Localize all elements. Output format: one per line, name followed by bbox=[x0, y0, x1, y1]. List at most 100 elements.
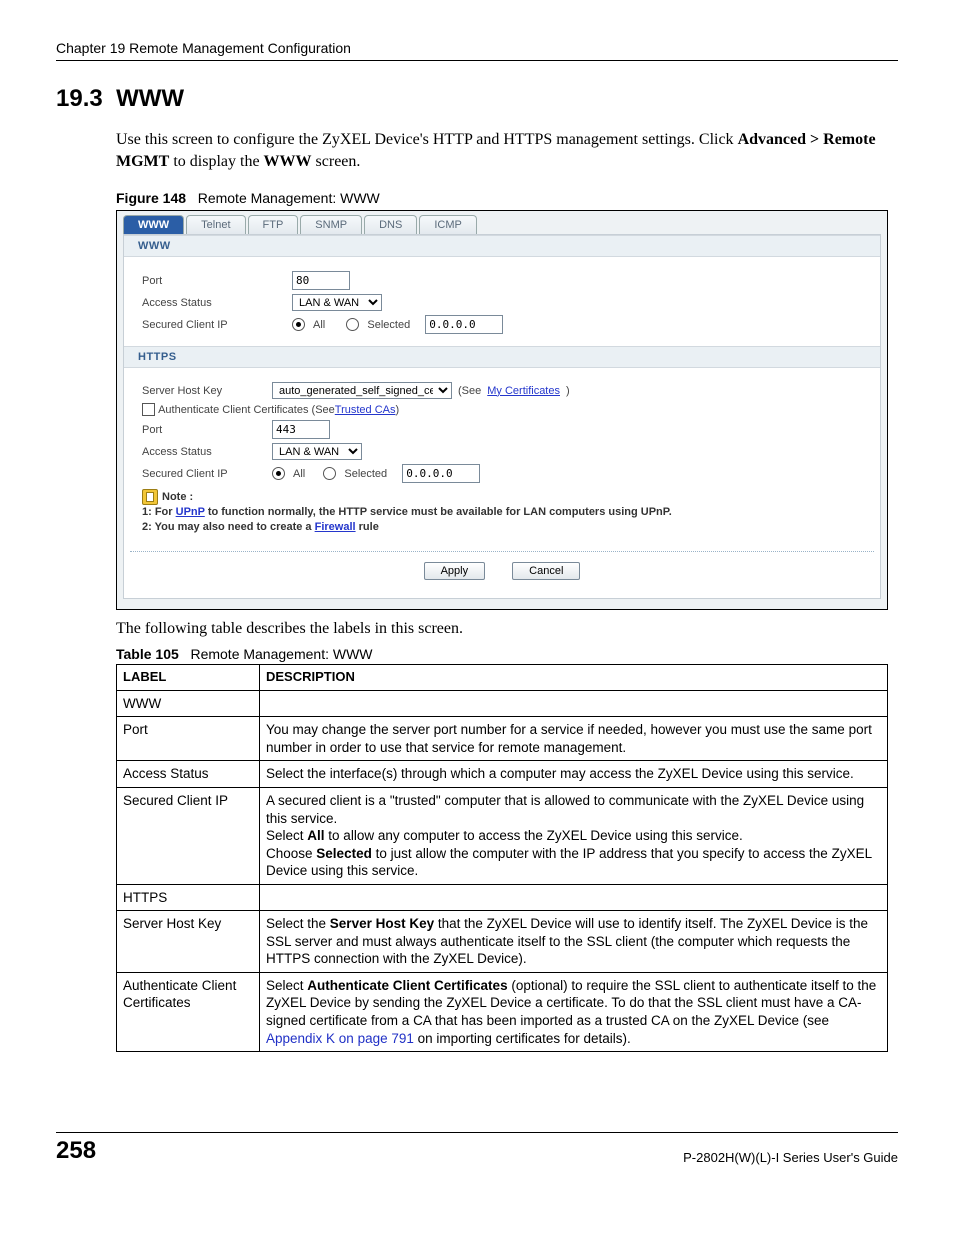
my-certificates-link[interactable]: My Certificates bbox=[487, 385, 560, 397]
cell-desc: Select the Server Host Key that the ZyXE… bbox=[260, 911, 888, 973]
www-port-input[interactable] bbox=[292, 271, 350, 290]
https-port-input[interactable] bbox=[272, 420, 330, 439]
https-radio-all[interactable] bbox=[272, 467, 285, 480]
button-row: Apply Cancel bbox=[130, 551, 874, 592]
tab-icmp[interactable]: ICMP bbox=[419, 215, 477, 234]
table-row: Access Status Select the interface(s) th… bbox=[117, 761, 888, 788]
cell-label: WWW bbox=[117, 690, 260, 717]
note-title: Note : bbox=[162, 491, 193, 503]
secured-p2b: to allow any computer to access the ZyXE… bbox=[325, 828, 743, 843]
cell-desc bbox=[260, 690, 888, 717]
table-number: Table 105 bbox=[116, 646, 179, 662]
www-radio-all-label: All bbox=[313, 319, 325, 331]
table-row: Server Host Key Select the Server Host K… bbox=[117, 911, 888, 973]
running-header: Chapter 19 Remote Management Configurati… bbox=[56, 40, 898, 61]
description-table: LABEL DESCRIPTION WWW Port You may chang… bbox=[116, 664, 888, 1052]
www-radio-all[interactable] bbox=[292, 318, 305, 331]
note-block: Note : 1: For UPnP to function normally,… bbox=[142, 489, 862, 535]
table-row: WWW bbox=[117, 690, 888, 717]
th-description: DESCRIPTION bbox=[260, 664, 888, 690]
shk-a: Select the bbox=[266, 916, 330, 931]
auth-close: ) bbox=[396, 404, 400, 416]
auth-client-checkbox[interactable] bbox=[142, 403, 155, 416]
page-footer: 258 P-2802H(W)(L)-I Series User's Guide bbox=[56, 1132, 898, 1165]
https-shk-select[interactable]: auto_generated_self_signed_cert bbox=[272, 382, 452, 399]
note-line2a: 2: You may also need to create a bbox=[142, 521, 315, 533]
https-secip-label: Secured Client IP bbox=[142, 468, 272, 480]
section-title-text: WWW bbox=[116, 85, 184, 112]
note-line2b: rule bbox=[356, 521, 379, 533]
cell-label: Port bbox=[117, 717, 260, 761]
cell-label: Secured Client IP bbox=[117, 787, 260, 884]
figure-screenshot: WWW Telnet FTP SNMP DNS ICMP WWW Port Ac… bbox=[116, 210, 888, 610]
auth-d: on importing certificates for details). bbox=[414, 1031, 631, 1046]
figure-caption: Figure 148 Remote Management: WWW bbox=[116, 190, 898, 206]
table-row: Port You may change the server port numb… bbox=[117, 717, 888, 761]
cell-label: HTTPS bbox=[117, 884, 260, 911]
section-heading: 19.3 WWW bbox=[56, 85, 898, 113]
intro-paragraph: Use this screen to configure the ZyXEL D… bbox=[116, 129, 888, 172]
secured-sel: Selected bbox=[316, 846, 372, 861]
section-number: 19.3 bbox=[56, 85, 103, 112]
intro-text-3: screen. bbox=[312, 153, 361, 170]
config-panel: WWW Port Access Status LAN & WAN Secured… bbox=[123, 234, 881, 599]
table-header-row: LABEL DESCRIPTION bbox=[117, 664, 888, 690]
cell-desc: Select the interface(s) through which a … bbox=[260, 761, 888, 788]
page-number: 258 bbox=[56, 1137, 96, 1165]
www-section-head: WWW bbox=[124, 235, 880, 257]
www-radio-selected[interactable] bbox=[346, 318, 359, 331]
secured-p2a: Select bbox=[266, 828, 307, 843]
apply-button[interactable]: Apply bbox=[424, 562, 486, 580]
www-radio-selected-label: Selected bbox=[367, 319, 410, 331]
firewall-link[interactable]: Firewall bbox=[315, 521, 356, 533]
secured-all: All bbox=[307, 828, 324, 843]
www-access-select[interactable]: LAN & WAN bbox=[292, 294, 382, 311]
tab-snmp[interactable]: SNMP bbox=[300, 215, 362, 234]
www-port-label: Port bbox=[142, 275, 292, 287]
www-access-label: Access Status bbox=[142, 297, 292, 309]
https-port-label: Port bbox=[142, 424, 272, 436]
figure-number: Figure 148 bbox=[116, 190, 186, 206]
intro-text-2: to display the bbox=[169, 153, 263, 170]
table-row: Authenticate Client Certificates Select … bbox=[117, 972, 888, 1051]
cancel-button[interactable]: Cancel bbox=[512, 562, 580, 580]
table-row: HTTPS bbox=[117, 884, 888, 911]
https-shk-label: Server Host Key bbox=[142, 385, 272, 397]
guide-name: P-2802H(W)(L)-I Series User's Guide bbox=[683, 1150, 898, 1165]
cell-desc: Select Authenticate Client Certificates … bbox=[260, 972, 888, 1051]
tab-www[interactable]: WWW bbox=[123, 215, 184, 234]
auth-a: Select bbox=[266, 978, 307, 993]
auth-client-label: Authenticate Client Certificates (See bbox=[158, 404, 335, 416]
note-line1b: to function normally, the HTTP service m… bbox=[205, 506, 672, 518]
tab-dns[interactable]: DNS bbox=[364, 215, 417, 234]
th-label: LABEL bbox=[117, 664, 260, 690]
cell-desc: You may change the server port number fo… bbox=[260, 717, 888, 761]
cell-desc: A secured client is a "trusted" computer… bbox=[260, 787, 888, 884]
cell-label: Authenticate Client Certificates bbox=[117, 972, 260, 1051]
secured-p3a: Choose bbox=[266, 846, 316, 861]
upnp-link[interactable]: UPnP bbox=[176, 506, 205, 518]
https-secip-input[interactable] bbox=[402, 464, 480, 483]
tab-telnet[interactable]: Telnet bbox=[186, 215, 245, 234]
cell-label: Server Host Key bbox=[117, 911, 260, 973]
cell-desc bbox=[260, 884, 888, 911]
cell-label: Access Status bbox=[117, 761, 260, 788]
https-section-head: HTTPS bbox=[124, 346, 880, 368]
figure-title: Remote Management: WWW bbox=[198, 190, 380, 206]
tab-ftp[interactable]: FTP bbox=[248, 215, 299, 234]
https-radio-all-label: All bbox=[293, 468, 305, 480]
tab-bar: WWW Telnet FTP SNMP DNS ICMP bbox=[117, 211, 887, 234]
note-line1a: 1: For bbox=[142, 506, 176, 518]
shk-b: Server Host Key bbox=[330, 916, 434, 931]
https-radio-selected[interactable] bbox=[323, 467, 336, 480]
www-secip-input[interactable] bbox=[425, 315, 503, 334]
appendix-link[interactable]: Appendix K on page 791 bbox=[266, 1031, 414, 1046]
https-access-label: Access Status bbox=[142, 446, 272, 458]
intro-text: Use this screen to configure the ZyXEL D… bbox=[116, 131, 738, 148]
secured-p1: A secured client is a "trusted" computer… bbox=[266, 793, 864, 826]
intro-screen-name: WWW bbox=[264, 153, 312, 170]
note-icon bbox=[142, 489, 158, 505]
https-radio-selected-label: Selected bbox=[344, 468, 387, 480]
https-access-select[interactable]: LAN & WAN bbox=[272, 443, 362, 460]
trusted-cas-link[interactable]: Trusted CAs bbox=[335, 404, 396, 416]
